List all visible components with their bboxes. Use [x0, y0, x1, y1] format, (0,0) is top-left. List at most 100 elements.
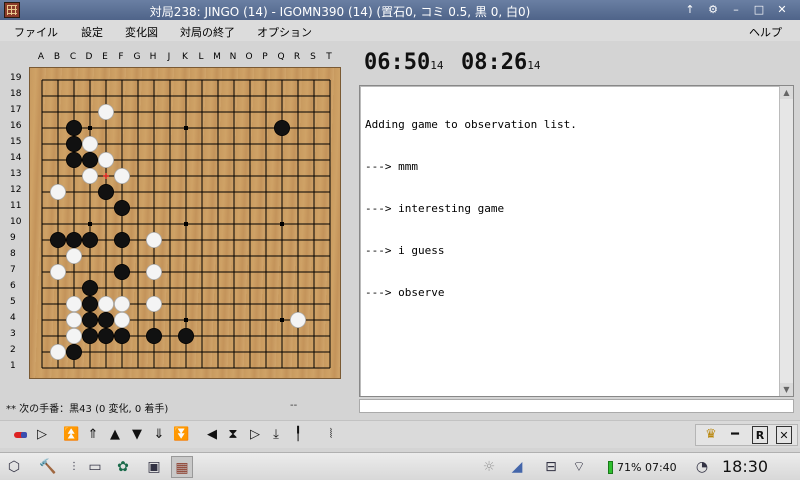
menu-options[interactable]: オプション — [257, 24, 312, 40]
white-stone[interactable] — [82, 168, 99, 185]
column-label: P — [262, 52, 268, 62]
fast-back-icon[interactable]: ⇑ — [85, 426, 101, 444]
review-icon[interactable]: R — [752, 426, 768, 444]
column-label: O — [245, 52, 253, 62]
close-game-icon[interactable]: ✕ — [776, 426, 792, 444]
white-stone[interactable] — [114, 311, 131, 328]
column-label: J — [167, 52, 171, 62]
black-stone[interactable] — [114, 327, 131, 344]
signal-icon[interactable]: ◢ — [506, 456, 528, 478]
step-forward-icon[interactable]: ▼ — [129, 426, 145, 444]
go-board-canvas[interactable] — [30, 68, 342, 380]
variation-list-icon[interactable]: ⤓ — [268, 426, 284, 444]
monitor-icon[interactable]: ▣ — [143, 456, 165, 478]
menu-variations[interactable]: 変化図 — [125, 24, 158, 40]
menu-help[interactable]: ヘルプ — [749, 24, 782, 40]
white-stone[interactable] — [114, 295, 131, 312]
title-bar: 対局238: JINGO (14) - IGOMN390 (14) (置石0, … — [0, 0, 800, 20]
next-variation-icon[interactable]: ▷ — [248, 426, 262, 444]
white-stone[interactable] — [114, 168, 131, 185]
clock-icon[interactable]: ◔ — [691, 456, 713, 478]
menu-settings[interactable]: 設定 — [81, 24, 103, 40]
weather-icon[interactable]: ☼ — [478, 456, 500, 478]
white-stone[interactable] — [66, 311, 83, 328]
wifi-icon[interactable]: ⌔ — [568, 456, 590, 478]
black-stone[interactable] — [273, 120, 290, 137]
black-stone[interactable] — [82, 327, 99, 344]
black-stone[interactable] — [82, 152, 99, 169]
white-stone[interactable] — [146, 295, 163, 312]
maximize-icon[interactable]: □ — [749, 2, 769, 18]
black-stone[interactable] — [82, 295, 99, 312]
prev-variation-icon[interactable]: ◀ — [205, 426, 219, 444]
record-icon[interactable] — [12, 426, 30, 444]
resign-icon[interactable]: ━ — [728, 426, 742, 444]
star-point — [184, 222, 188, 226]
tools-icon[interactable]: 🔨 — [37, 456, 59, 478]
board-column-labels: ABCDEFGHJ KLMNOPQRST — [0, 52, 350, 66]
scroll-up-icon[interactable]: ▲ — [780, 86, 793, 99]
white-stone[interactable] — [49, 184, 66, 201]
white-stone[interactable] — [82, 136, 99, 153]
black-stone[interactable] — [66, 343, 83, 360]
sound-icon[interactable]: ⦚ — [322, 426, 340, 444]
chat-input[interactable] — [359, 399, 794, 413]
igo-app-icon[interactable]: ✿ — [112, 456, 134, 478]
step-back-icon[interactable]: ▲ — [107, 426, 123, 444]
white-stone[interactable] — [49, 343, 66, 360]
black-stone[interactable] — [82, 311, 99, 328]
black-stone[interactable] — [98, 327, 115, 344]
white-stone[interactable] — [98, 104, 115, 121]
black-stone[interactable] — [82, 231, 99, 248]
black-stone[interactable] — [98, 184, 115, 201]
go-board-task-icon[interactable]: ▦ — [171, 456, 193, 478]
white-stone[interactable] — [98, 152, 115, 169]
black-stone[interactable] — [66, 136, 83, 153]
column-label: G — [133, 52, 141, 62]
white-stone[interactable] — [49, 263, 66, 280]
black-stone[interactable] — [66, 231, 83, 248]
white-stone[interactable] — [146, 263, 163, 280]
row-label: 1 — [10, 361, 16, 371]
black-stone[interactable] — [146, 327, 163, 344]
fast-forward-icon[interactable]: ⇓ — [151, 426, 167, 444]
column-label: R — [293, 52, 301, 62]
menu-file[interactable]: ファイル — [14, 24, 58, 40]
black-stone[interactable] — [177, 327, 194, 344]
go-to-end-icon[interactable]: ⏬ — [173, 426, 189, 444]
minimize-icon[interactable]: – — [726, 2, 746, 18]
go-to-start-icon[interactable]: ⏫ — [63, 426, 79, 444]
game-log[interactable]: Adding game to observation list. ---> mm… — [359, 85, 794, 397]
battery-icon[interactable] — [608, 461, 613, 474]
crown-icon[interactable]: ♛ — [702, 426, 720, 444]
black-stone[interactable] — [49, 231, 66, 248]
white-stone[interactable] — [66, 247, 83, 264]
black-stone[interactable] — [66, 152, 83, 169]
up-arrow-icon[interactable]: ↑ — [680, 2, 700, 18]
terminal-icon[interactable]: ▭ — [84, 456, 106, 478]
start-menu-icon[interactable]: ⬡ — [3, 456, 25, 478]
white-stone[interactable] — [66, 327, 83, 344]
column-label: L — [198, 52, 204, 62]
black-stone[interactable] — [82, 279, 99, 296]
black-stone[interactable] — [66, 120, 83, 137]
log-scrollbar[interactable]: ▲ ▼ — [779, 86, 793, 396]
column-label: Q — [277, 52, 285, 62]
black-stone[interactable] — [114, 263, 131, 280]
white-stone[interactable] — [146, 231, 163, 248]
white-stone[interactable] — [98, 295, 115, 312]
white-stone[interactable] — [66, 295, 83, 312]
marker-icon[interactable]: ╿ — [293, 426, 303, 444]
network-icon[interactable]: ⊟ — [540, 456, 562, 478]
close-icon[interactable]: ✕ — [772, 2, 792, 18]
menu-end-game[interactable]: 対局の終了 — [180, 24, 235, 40]
white-stone[interactable] — [289, 311, 306, 328]
play-icon[interactable]: ▷ — [34, 426, 50, 444]
black-stone[interactable] — [114, 199, 131, 216]
settings-icon[interactable]: ⚙ — [703, 2, 723, 18]
black-stone[interactable] — [114, 231, 131, 248]
variation-menu-icon[interactable]: ⧗ — [225, 426, 241, 444]
go-board[interactable] — [29, 67, 341, 379]
scroll-down-icon[interactable]: ▼ — [780, 383, 793, 396]
black-stone[interactable] — [98, 311, 115, 328]
